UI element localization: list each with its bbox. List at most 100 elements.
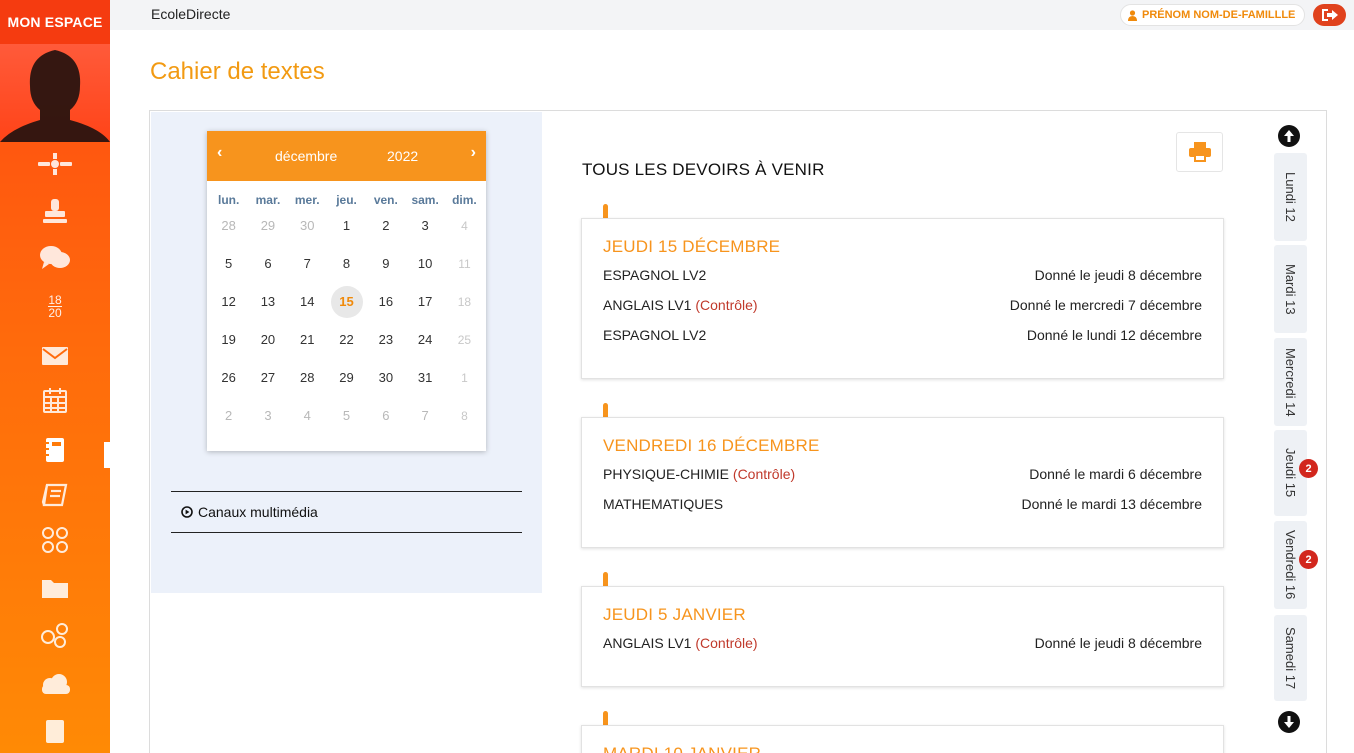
calendar-month[interactable]: décembre <box>275 148 337 164</box>
calendar-day[interactable]: 7 <box>288 251 327 289</box>
notebook-icon[interactable] <box>0 709 110 753</box>
scroll-up-button[interactable] <box>1278 125 1300 147</box>
homework-item[interactable]: ESPAGNOL LV2 Donné le jeudi 8 décembre <box>603 267 1202 287</box>
sidebar-brand[interactable]: MON ESPACE <box>0 0 110 44</box>
scroll-down-button[interactable] <box>1278 711 1300 733</box>
calendar-day[interactable]: 30 <box>288 213 327 251</box>
mail-icon[interactable] <box>0 334 110 378</box>
user-name: PRÉNOM NOM-DE-FAMILLLE <box>1142 9 1296 21</box>
calendar-day[interactable]: 4 <box>288 403 327 441</box>
calendar-day[interactable]: 23 <box>366 327 405 365</box>
day-tab[interactable]: Samedi 17 <box>1274 615 1307 701</box>
calendar-day-number: 5 <box>342 408 351 423</box>
calendar-day[interactable]: 17 <box>405 289 444 327</box>
stamp-icon[interactable] <box>0 189 110 233</box>
avatar[interactable] <box>0 44 110 142</box>
calendar-day[interactable]: 10 <box>405 251 444 289</box>
calendar-day-number: 12 <box>221 294 236 309</box>
day-tab[interactable]: Mercredi 14 <box>1274 338 1307 426</box>
calendar-day[interactable]: 4 <box>445 213 484 251</box>
homework-item[interactable]: PHYSIQUE-CHIMIE (Contrôle) Donné le mardi… <box>603 466 1202 486</box>
homework-item[interactable]: ESPAGNOL LV2 Donné le lundi 12 décembre <box>603 327 1202 347</box>
next-month-button[interactable]: › <box>471 144 476 162</box>
day-tab[interactable]: Mardi 13 <box>1274 245 1307 333</box>
calendar-day[interactable]: 28 <box>288 365 327 403</box>
homework-item[interactable]: ANGLAIS LV1 (Contrôle) Donné le jeudi 8 d… <box>603 635 1202 655</box>
calendar-day[interactable]: 2 <box>209 403 248 441</box>
calendar-day[interactable]: 16 <box>366 289 405 327</box>
calendar-day[interactable]: 24 <box>405 327 444 365</box>
calendar-day[interactable]: 6 <box>366 403 405 441</box>
calendar-day[interactable]: 3 <box>248 403 287 441</box>
homework-given-date: Donné le mardi 13 décembre <box>1021 496 1202 512</box>
calendar-day[interactable]: 8 <box>327 251 366 289</box>
homework-subject: ESPAGNOL LV2 <box>603 267 707 283</box>
homework-given-date: Donné le jeudi 8 décembre <box>1034 267 1202 283</box>
calendar-day[interactable]: 13 <box>248 289 287 327</box>
calendar-day[interactable]: 22 <box>327 327 366 365</box>
calendar-day[interactable]: 6 <box>248 251 287 289</box>
calendar-day-number: 30 <box>300 218 315 233</box>
calendar-day[interactable]: 2 <box>366 213 405 251</box>
homework-subject-wrap: MATHEMATIQUES <box>603 496 723 512</box>
calendar-day[interactable]: 31 <box>405 365 444 403</box>
homework-item[interactable]: ANGLAIS LV1 (Contrôle) Donné le mercredi … <box>603 297 1202 317</box>
calendar-day[interactable]: 20 <box>248 327 287 365</box>
calendar-day-number: 2 <box>225 408 233 423</box>
cloud-icon[interactable] <box>0 662 110 706</box>
day-tab-label: Vendredi 16 <box>1283 530 1298 600</box>
logout-button[interactable] <box>1313 4 1346 26</box>
calendar-day-number: 31 <box>417 370 433 385</box>
calendar-day[interactable]: 1 <box>327 213 366 251</box>
calendar-day[interactable]: 14 <box>288 289 327 327</box>
grades-icon[interactable]: 18 20 <box>0 284 110 328</box>
calendar-day-number: 19 <box>221 332 236 347</box>
user-menu-button[interactable]: PRÉNOM NOM-DE-FAMILLLE <box>1120 4 1306 26</box>
calendar-day[interactable]: 7 <box>405 403 444 441</box>
calendar-day[interactable]: 26 <box>209 365 248 403</box>
calendar-day[interactable]: 5 <box>327 403 366 441</box>
calendar-day-number: 26 <box>221 370 236 385</box>
calendar-day[interactable]: 29 <box>248 213 287 251</box>
homework-icon[interactable] <box>0 428 110 472</box>
previous-month-button[interactable]: ‹ <box>217 144 222 162</box>
skills-icon[interactable] <box>0 518 110 562</box>
multimedia-channels-link[interactable]: Canaux multimédia <box>171 491 522 533</box>
chat-icon[interactable] <box>0 236 110 280</box>
calendar-day[interactable]: 11 <box>445 251 484 289</box>
calendar-day-number: 20 <box>260 332 276 347</box>
calendar-day[interactable]: 1 <box>445 365 484 403</box>
calendar-year[interactable]: 2022 <box>387 148 418 164</box>
calendar-day[interactable]: 29 <box>327 365 366 403</box>
homework-subject: PHYSIQUE-CHIMIE <box>603 466 730 482</box>
app-name[interactable]: EcoleDirecte <box>151 6 230 22</box>
homework-given-date: Donné le lundi 12 décembre <box>1026 327 1202 343</box>
folder-icon[interactable] <box>0 566 110 610</box>
timeline-icon[interactable] <box>0 142 110 186</box>
calendar-day[interactable]: 25 <box>445 327 484 365</box>
weekday-header: sam. <box>411 193 439 207</box>
calendar-day[interactable]: 8 <box>445 403 484 441</box>
calendar-day-number: 4 <box>303 408 311 423</box>
calendar-day[interactable]: 28 <box>209 213 248 251</box>
groups-icon[interactable] <box>0 613 110 657</box>
calendar-day[interactable]: 30 <box>366 365 405 403</box>
calendar-day-number: 6 <box>264 256 272 271</box>
homework-item[interactable]: MATHEMATIQUES Donné le mardi 13 décembre <box>603 496 1202 516</box>
print-button[interactable] <box>1176 132 1223 172</box>
calendar-day[interactable]: 3 <box>405 213 444 251</box>
play-circle-icon <box>181 506 193 518</box>
weekday-header: jeu. <box>336 193 357 207</box>
calendar-day[interactable]: 19 <box>209 327 248 365</box>
calendar-day[interactable]: 18 <box>445 289 484 327</box>
calendar-day[interactable]: 5 <box>209 251 248 289</box>
calendar-day[interactable]: 9 <box>366 251 405 289</box>
day-tab[interactable]: Lundi 12 <box>1274 153 1307 241</box>
calendar-day[interactable]: 12 <box>209 289 248 327</box>
calendar-day[interactable]: 15 <box>327 286 366 327</box>
calendar-day[interactable]: 27 <box>248 365 287 403</box>
book-icon[interactable] <box>0 473 110 517</box>
calendar-icon[interactable] <box>0 378 110 422</box>
calendar-day[interactable]: 21 <box>288 327 327 365</box>
calendar-day-number: 17 <box>417 294 433 309</box>
